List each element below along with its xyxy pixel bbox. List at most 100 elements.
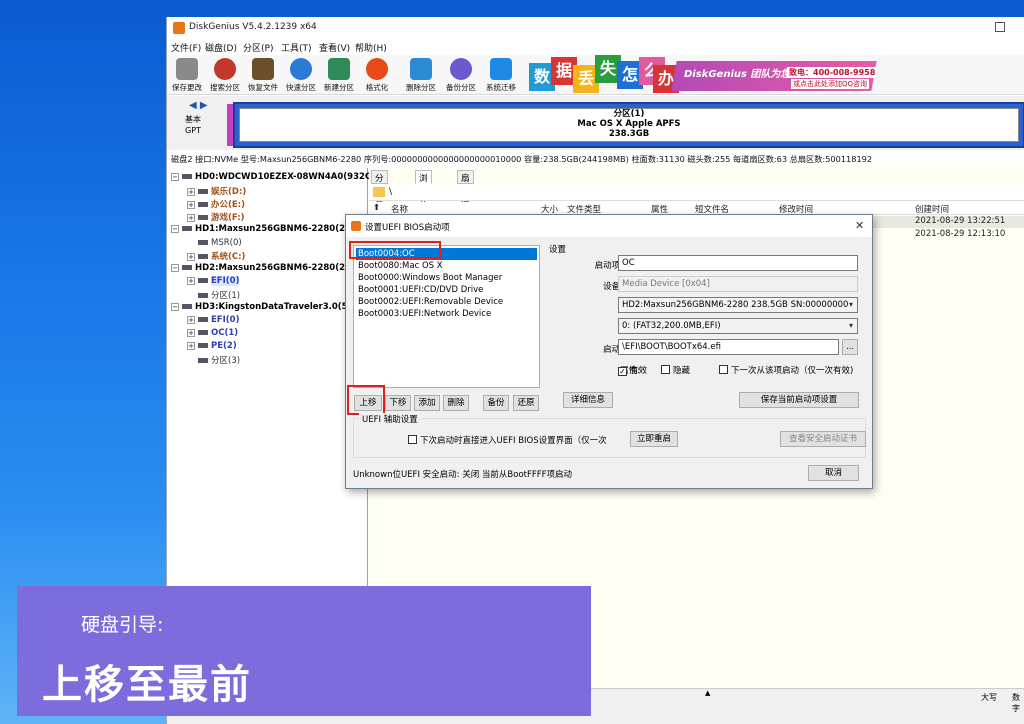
maximize-button[interactable] [995,22,1005,32]
tree-node-label: PE(2) [211,341,237,351]
highlight-box-entry [349,241,441,259]
disk-icon [182,265,192,270]
partition-select[interactable]: 0: (FAT32,200.0MB,EFI) ▾ [618,318,858,334]
boot-file-input[interactable]: \EFI\BOOT\BOOTx64.efi [618,339,839,355]
tree-node-label: MSR(0) [211,238,242,248]
menu-partition[interactable]: 分区(P) [243,41,273,54]
boot-entry-list[interactable]: Boot0004:OC Boot0080:Mac OS X Boot0000:W… [353,245,540,388]
list-item[interactable]: Boot0080:Mac OS X [356,260,537,272]
quick-partition-icon [290,58,312,80]
boot-name-input[interactable]: OC [618,255,858,271]
disk-nav-arrows[interactable]: ◀ ▶ [189,100,208,111]
tree-partition-node[interactable]: + 系统(C:) [187,250,245,262]
enter-bios-label: 下次启动时直接进入UEFI BIOS设置界面（仅一次 [420,436,607,446]
menu-tools[interactable]: 工具(T) [281,41,312,54]
uefi-boot-dialog: 设置UEFI BIOS启动项 ✕ Boot0004:OC Boot0080:Ma… [345,214,873,489]
tree-partition-node[interactable]: + EFI(0) [187,276,240,286]
title-bar: DiskGenius V5.4.2.1239 x64 [167,17,1024,39]
toolbar-recover-button[interactable]: 恢复文件 [243,57,283,93]
tree-disk-node[interactable]: − HD1:Maxsun256GBNM6-2280(238 [171,224,357,234]
partition-name: 分区(1) [613,109,645,119]
details-button[interactable]: 详细信息 [563,392,613,408]
tree-partition-node[interactable]: 分区(1) [187,289,240,301]
dialog-title-bar: 设置UEFI BIOS启动项 ✕ [346,215,872,237]
partition-size: 238.3GB [608,129,650,139]
folder-icon [373,187,385,197]
highlight-box-move-up [347,385,385,415]
enter-bios-checkbox[interactable]: 下次启动时直接进入UEFI BIOS设置界面（仅一次 [408,434,607,446]
partition-icon [198,317,208,322]
tree-node-label: EFI(0) [211,276,240,286]
migrate-icon [490,58,512,80]
tree-disk-node[interactable]: − HD2:Maxsun256GBNM6-2280(238 [171,263,357,273]
checkmark-icon: ✓ [618,367,627,376]
list-item[interactable]: Boot0003:UEFI:Network Device [356,308,537,320]
toolbar-save-button[interactable]: 保存更改 [167,57,207,93]
tree-disk-node[interactable]: − HD3:KingstonDataTraveler3.0(58G [171,302,360,312]
cancel-button[interactable]: 取消 [808,465,859,481]
tutorial-caption: 硬盘引导: 上移至最前 [17,586,591,716]
tree-node-label: 办公(E:) [211,200,245,210]
window-title: DiskGenius V5.4.2.1239 x64 [189,22,317,32]
hidden-checkbox[interactable]: 隐藏 [661,364,690,376]
close-icon[interactable]: ✕ [855,219,864,232]
tree-partition-node[interactable]: + EFI(0) [187,315,239,325]
list-item[interactable]: Boot0000:Windows Boot Manager [356,272,537,284]
valid-checkbox[interactable]: ✓ 有效 [618,364,647,376]
tab-sector-edit[interactable]: 扇区编辑 [457,170,474,220]
banner-qq: 或点击此处添加QQ咨询 [791,79,870,89]
add-button[interactable]: 添加 [414,395,440,411]
tab-partition-params[interactable]: 分区参数 [371,170,388,220]
toolbar-format-button[interactable]: 格式化 [357,57,397,93]
restore-button[interactable]: 还原 [513,395,539,411]
disk-info-line: 磁盘2 接口:NVMe 型号:Maxsun256GBNM6-2280 序列号:0… [171,154,873,164]
disk-type-label: 基本 GPT [185,114,201,136]
boot-once-checkbox[interactable]: 下一次从该项启动（仅一次有效) [719,364,853,376]
valid-label: 有效 [630,366,648,376]
tree-node-label: OC(1) [211,328,239,338]
tree-partition-node[interactable]: + 游戏(F:) [187,211,245,223]
disk-select[interactable]: HD2:Maxsun256GBNM6-2280 238.5GB SN:00000… [618,297,858,313]
tree-node-label: HD3:KingstonDataTraveler3.0(58G [195,302,361,312]
backup-icon [450,58,472,80]
ad-banner[interactable]: 数 据 丢 失 怎 么 办 DiskGenius 团队为您服务 致电：400-0… [529,55,879,95]
tree-partition-node[interactable]: MSR(0) [187,237,242,248]
toolbar-backup-button[interactable]: 备份分区 [441,57,481,93]
menu-file[interactable]: 文件(F) [171,41,201,54]
list-item[interactable]: Boot0001:UEFI:CD/DVD Drive [356,284,537,296]
disk-select-value: HD2:Maxsun256GBNM6-2280 238.5GB SN:00000… [622,300,849,310]
up-arrow-icon[interactable]: ⬆ [373,203,380,213]
tree-partition-node[interactable]: + 办公(E:) [187,198,245,210]
toolbar-delete-button[interactable]: 删除分区 [401,57,441,93]
toolbar: 保存更改 搜索分区 恢复文件 快速分区 新建分区 格式化 删除分区 备份分区 系… [167,55,1024,95]
delete-icon [410,58,432,80]
browse-button[interactable]: ... [842,339,858,355]
toolbar-new-partition-button[interactable]: 新建分区 [319,57,359,93]
restart-now-button[interactable]: 立即重启 [630,431,678,447]
toolbar-quick-partition-button[interactable]: 快速分区 [281,57,321,93]
partition-fs: Mac OS X Apple APFS [577,119,681,129]
move-down-button[interactable]: 下移 [385,395,411,411]
backup-button[interactable]: 备份 [483,395,509,411]
tree-partition-node[interactable]: + 娱乐(D:) [187,185,246,197]
save-boot-entry-button[interactable]: 保存当前启动项设置 [739,392,859,408]
col-created[interactable]: 创建时间 [915,203,949,215]
partition-icon [198,202,208,207]
delete-button[interactable]: 删除 [443,395,469,411]
tree-partition-node[interactable]: 分区(3) [187,354,240,366]
menu-help[interactable]: 帮助(H) [355,41,387,54]
toolbar-search-button[interactable]: 搜索分区 [205,57,245,93]
menu-disk[interactable]: 磁盘(D) [205,41,237,54]
splitter-arrow-icon[interactable]: ▲ [705,689,717,697]
tree-node-label: 系统(C:) [211,252,246,262]
list-item[interactable]: Boot0002:UEFI:Removable Device [356,296,537,308]
tab-browse-files[interactable]: 浏览文件 [415,170,432,220]
menu-view[interactable]: 查看(V) [319,41,350,54]
toolbar-migrate-button[interactable]: 系统迁移 [481,57,521,93]
tree-disk-node[interactable]: − HD0:WDCWD10EZEX-08WN4A0(932G [171,172,372,182]
disk-scheme: GPT [185,126,201,135]
uefi-assist-group: UEFI 辅助设置 下次启动时直接进入UEFI BIOS设置界面（仅一次 立即重… [353,413,866,458]
tree-partition-node[interactable]: + PE(2) [187,341,237,351]
tree-partition-node[interactable]: + OC(1) [187,328,238,338]
partition-block[interactable]: 分区(1) Mac OS X Apple APFS 238.3GB [227,102,1024,148]
